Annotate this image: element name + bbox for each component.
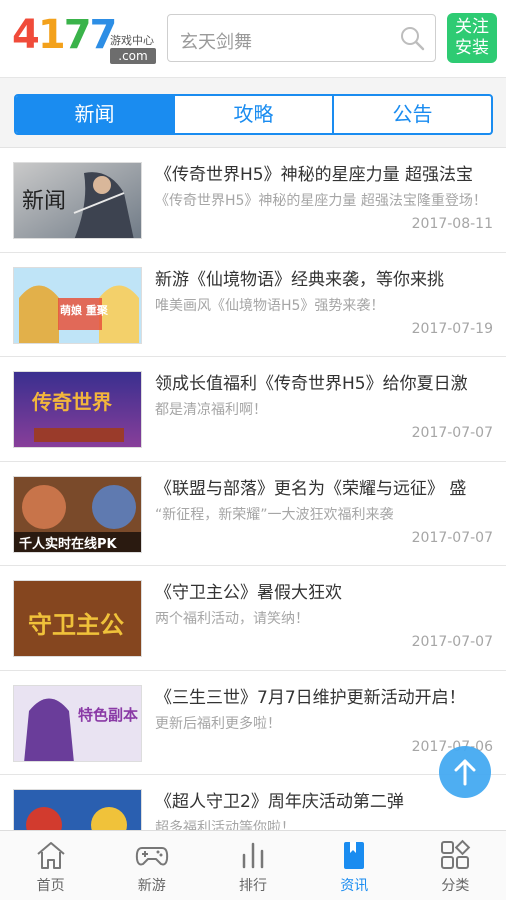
news-item[interactable]: 新闻 《传奇世界H5》神秘的星座力量 超强法宝 《传奇世界H5》神秘的星座力量 …: [0, 148, 506, 253]
news-date: 2017-07-19: [411, 320, 493, 337]
logo-digit: 7: [63, 12, 92, 58]
logo-subtitle: 游戏中心: [110, 34, 154, 47]
app-root: 4177 游戏中心 .com 玄天剑舞 关注 安装 新闻 攻略 公告 新闻 《传…: [0, 0, 506, 900]
news-desc: 《传奇世界H5》神秘的星座力量 超强法宝隆重登场！: [155, 193, 487, 209]
nav-label: 首页: [36, 878, 65, 894]
nav-label: 排行: [239, 878, 267, 894]
news-item[interactable]: 萌娘 重聚 新游《仙境物语》经典来袭，等你来挑 唯美画风《仙境物语H5》强势来袭…: [0, 252, 506, 357]
tab-guides[interactable]: 攻略: [175, 96, 334, 133]
news-desc: 唯美画风《仙境物语H5》强势来袭！: [155, 297, 385, 314]
news-thumbnail: 特色副本: [13, 684, 142, 762]
tabs-bar: 新闻 攻略 公告: [0, 78, 506, 148]
news-desc: “新征程，新荣耀”一大波狂欢福利来袭: [155, 506, 394, 523]
thumb-caption: 特色副本: [78, 705, 139, 724]
thumb-caption: 新闻: [22, 189, 67, 214]
search-placeholder: 玄天剑舞: [180, 32, 252, 53]
news-title: 《三生三世》7月7日维护更新活动开启！: [155, 687, 466, 708]
news-thumbnail: 千人实时在线PK: [13, 475, 142, 553]
nav-news[interactable]: 资讯: [304, 831, 405, 900]
news-item[interactable]: 千人实时在线PK 《联盟与部落》更名为《荣耀与远征》 盛 “新征程，新荣耀”一大…: [0, 461, 506, 566]
news-desc: 两个福利活动，请笑纳！: [155, 611, 309, 627]
follow-label: 关注: [455, 17, 489, 37]
nav-new-games[interactable]: 新游: [101, 831, 202, 900]
tab-group: 新闻 攻略 公告: [14, 94, 493, 135]
nav-label: 资讯: [340, 878, 369, 894]
bookmark-icon: [344, 842, 365, 869]
news-item[interactable]: 传奇世界 领成长值福利《传奇世界H5》给你夏日激 都是清凉福利啊！ 2017-0…: [0, 357, 506, 462]
thumb-caption: 千人实时在线PK: [19, 536, 117, 552]
search-input[interactable]: 玄天剑舞: [167, 14, 436, 62]
news-date: 2017-07-07: [411, 425, 493, 441]
news-date: 2017-07-07: [411, 634, 493, 650]
site-logo[interactable]: 4177 游戏中心 .com: [12, 12, 157, 66]
logo-domain: .com: [110, 48, 156, 64]
install-label: 安装: [455, 38, 489, 58]
news-list: 新闻 《传奇世界H5》神秘的星座力量 超强法宝 《传奇世界H5》神秘的星座力量 …: [0, 148, 506, 880]
logo-digit: 4: [12, 12, 40, 58]
news-date: 2017-08-11: [411, 216, 493, 232]
nav-category[interactable]: 分类: [405, 831, 506, 900]
nav-label: 分类: [441, 878, 470, 894]
tab-news[interactable]: 新闻: [16, 96, 175, 133]
news-item[interactable]: 守卫主公 《守卫主公》暑假大狂欢 两个福利活动，请笑纳！ 2017-07-07: [0, 566, 506, 671]
news-item[interactable]: 特色副本 《三生三世》7月7日维护更新活动开启！ 更新后福利更多啦！ 2017-…: [0, 670, 506, 775]
tab-notices[interactable]: 公告: [334, 96, 491, 133]
news-thumbnail: 传奇世界: [13, 371, 142, 448]
home-icon: [36, 842, 65, 869]
news-title: 《守卫主公》暑假大狂欢: [155, 583, 342, 603]
news-date: 2017-07-07: [411, 529, 493, 546]
gamepad-icon: [135, 847, 168, 866]
news-thumbnail: 新闻: [13, 162, 142, 239]
bottom-nav: 首页 新游 排行 资讯 分类: [0, 830, 506, 900]
news-title: 《传奇世界H5》神秘的星座力量 超强法宝: [155, 165, 474, 185]
nav-home[interactable]: 首页: [0, 831, 101, 900]
header: 4177 游戏中心 .com 玄天剑舞 关注 安装: [0, 0, 506, 78]
thumb-caption: 传奇世界: [32, 390, 112, 414]
news-desc: 更新后福利更多啦！: [155, 715, 281, 732]
nav-label: 新游: [137, 878, 166, 894]
category-icon: [441, 839, 471, 869]
nav-ranking[interactable]: 排行: [202, 831, 303, 900]
thumb-caption: 守卫主公: [28, 611, 124, 639]
ranking-icon: [242, 842, 264, 869]
follow-install-button[interactable]: 关注 安装: [447, 13, 497, 63]
thumb-caption: 萌娘 重聚: [60, 303, 108, 317]
news-thumbnail: 萌娘 重聚: [13, 266, 142, 344]
logo-digit: 1: [37, 12, 66, 58]
arrow-up-icon: [454, 759, 476, 786]
back-to-top-button[interactable]: [439, 746, 491, 798]
search-icon[interactable]: [399, 25, 425, 51]
news-title: 新游《仙境物语》经典来袭，等你来挑: [155, 269, 444, 290]
news-title: 《联盟与部落》更名为《荣耀与远征》 盛: [155, 478, 467, 499]
news-desc: 都是清凉福利啊！: [155, 402, 267, 418]
news-thumbnail: 守卫主公: [13, 580, 142, 657]
logo-number: 4177: [12, 12, 117, 58]
news-title: 领成长值福利《传奇世界H5》给你夏日激: [155, 374, 468, 394]
